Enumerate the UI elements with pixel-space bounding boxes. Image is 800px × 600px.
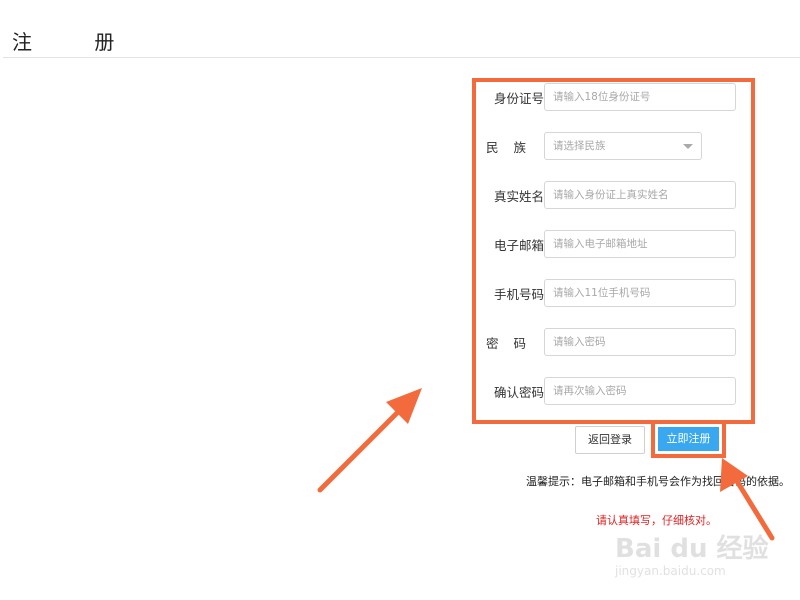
arrow-to-register-icon (720, 458, 775, 541)
arrow-to-form-icon (317, 388, 422, 493)
annotation-arrows (317, 388, 775, 541)
